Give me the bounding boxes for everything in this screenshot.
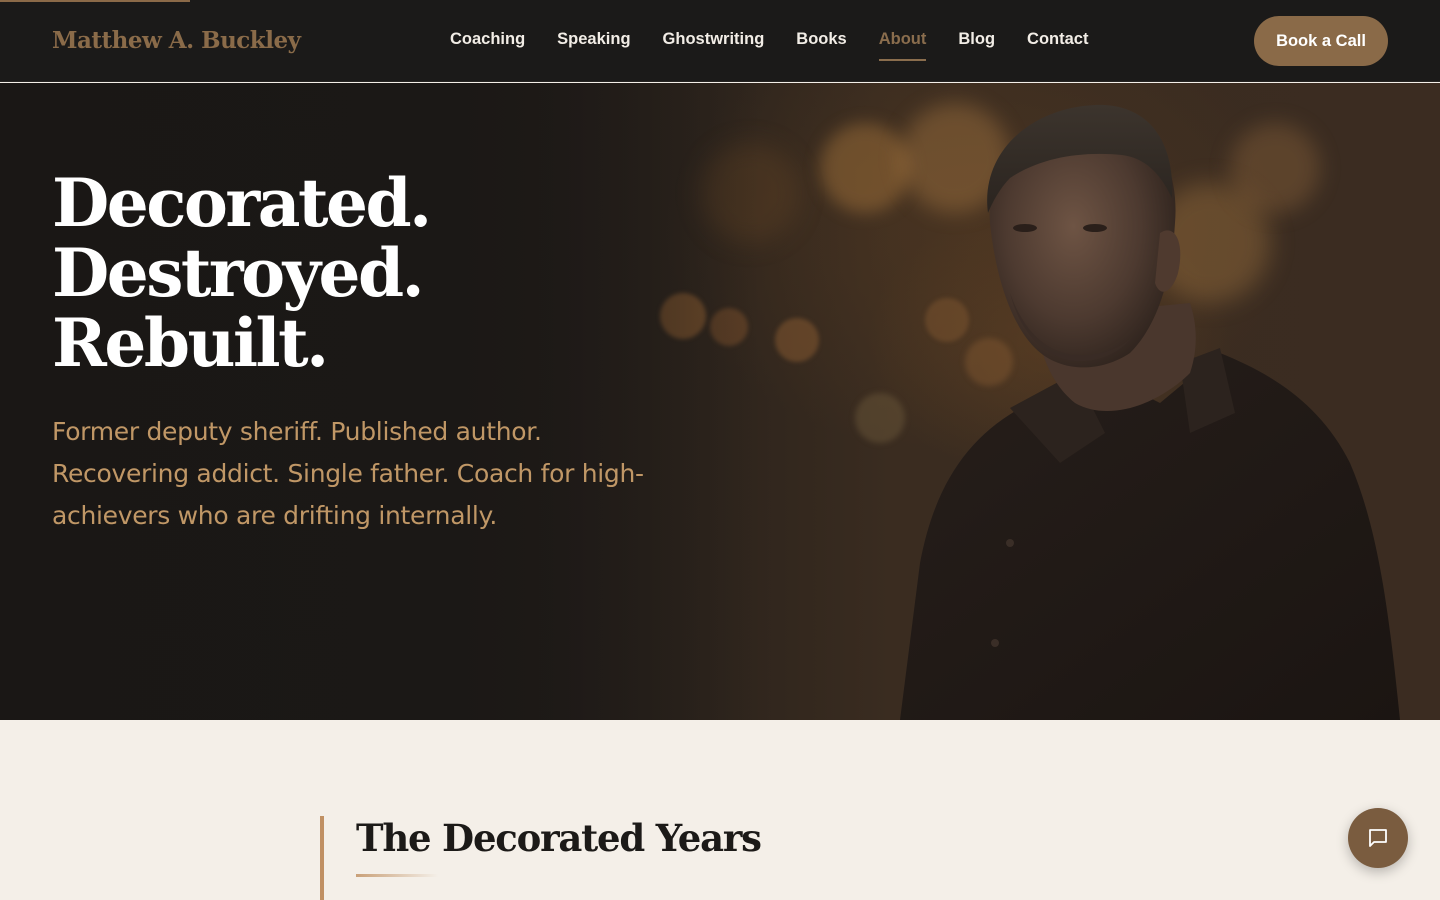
main-nav: Coaching Speaking Ghostwriting Books Abo…	[450, 30, 1120, 61]
hero-title-line: Decorated.	[52, 164, 432, 242]
nav-link-coaching[interactable]: Coaching	[450, 30, 525, 49]
chat-button[interactable]	[1348, 808, 1408, 868]
nav-link-about-label: About	[878, 30, 927, 48]
hero-title-line: Destroyed.	[52, 234, 425, 312]
chat-bubble-icon	[1369, 829, 1387, 847]
portrait-image	[900, 104, 1400, 720]
nav-link-ghostwriting[interactable]: Ghostwriting	[663, 30, 765, 49]
bokeh-light	[775, 318, 819, 362]
nav-link-speaking[interactable]: Speaking	[557, 30, 630, 49]
hero-title: Decorated. Destroyed. Rebuilt.	[52, 164, 432, 382]
nav-link-books[interactable]: Books	[796, 30, 846, 49]
scroll-progress-bar	[0, 0, 190, 2]
title-accent-line	[356, 874, 438, 877]
nav-link-blog[interactable]: Blog	[958, 30, 995, 49]
hero-section: Decorated. Destroyed. Rebuilt. Former de…	[0, 83, 1440, 720]
active-nav-underline	[878, 59, 927, 61]
story-section: The Decorated Years	[0, 720, 1440, 900]
section-title: The Decorated Years	[356, 816, 762, 860]
hero-title-line: Rebuilt.	[52, 304, 329, 382]
hero-subtitle: Former deputy sheriff. Published author.…	[52, 417, 644, 530]
nav-link-contact[interactable]: Contact	[1027, 30, 1088, 49]
section-vertical-rule	[320, 816, 324, 900]
brand-logo[interactable]: Matthew A. Buckley	[52, 27, 301, 54]
nav-link-about[interactable]: About	[878, 30, 927, 61]
site-header: Matthew A. Buckley Coaching Speaking Gho…	[0, 0, 1440, 82]
book-a-call-button[interactable]: Book a Call	[1254, 16, 1388, 66]
